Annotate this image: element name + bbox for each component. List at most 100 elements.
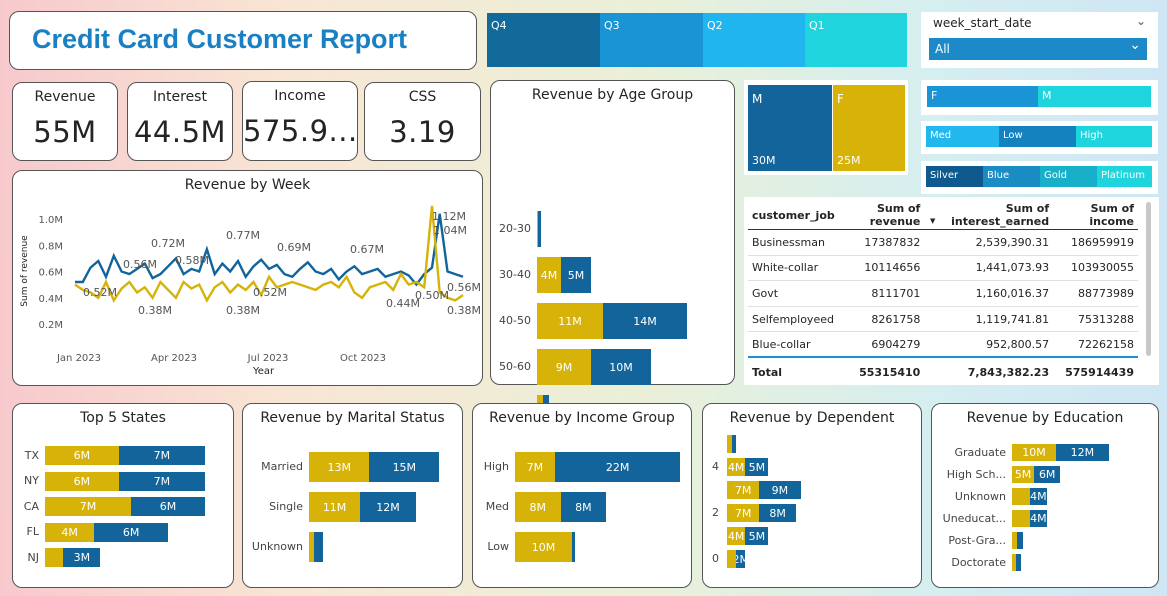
table-row[interactable]: Govt 8111701 1,160,016.37 88773989 — [748, 281, 1138, 307]
bar-segment-secondary[interactable]: 6M — [1034, 466, 1061, 483]
bar-segment-secondary[interactable]: 2M — [736, 550, 746, 568]
bar-segment-secondary[interactable]: 5M — [745, 458, 769, 476]
bar-segment-secondary[interactable]: 10M — [591, 349, 651, 385]
bar-segment-secondary[interactable] — [731, 435, 737, 453]
y-tick-label: 1.0M — [38, 215, 63, 226]
bar-segment-primary[interactable]: 7M — [515, 452, 555, 482]
treemap-tile-f[interactable]: F 25M — [833, 85, 905, 171]
category-label: 2 — [712, 506, 719, 519]
bar-segment-primary[interactable]: 6M — [45, 446, 119, 465]
data-label: 0.67M — [350, 243, 384, 256]
quarter-label: Q4 — [491, 19, 507, 32]
bar-segment-secondary[interactable]: 14M — [603, 303, 687, 339]
bar-segment-primary[interactable] — [45, 548, 64, 567]
column-header[interactable]: Sum of revenue — [836, 201, 922, 230]
table-cell: 952,800.57 — [986, 337, 1050, 351]
week-filter-select[interactable]: All ⌄ — [929, 37, 1147, 60]
bar-segment-secondary[interactable]: 8M — [560, 492, 607, 522]
bar-segment-secondary[interactable]: 6M — [131, 497, 205, 516]
slicer-tile-blue[interactable]: Blue — [983, 166, 1040, 187]
bar-segment-primary[interactable]: 7M — [45, 497, 132, 516]
column-header[interactable]: Sum of income — [1050, 201, 1138, 230]
slicer-tile-m[interactable]: M — [1038, 86, 1151, 107]
bar-segment-primary[interactable]: 4M — [45, 522, 95, 542]
bar-segment-primary[interactable] — [1012, 510, 1030, 527]
bar-segment-primary[interactable]: 8M — [515, 492, 561, 522]
line-series-blue[interactable] — [75, 213, 464, 287]
quarter-slicer: Q4 Q3 Q2 Q1 — [487, 13, 907, 67]
bar-segment-primary[interactable] — [727, 550, 737, 568]
bar-segment-secondary[interactable]: 8M — [759, 504, 796, 522]
bar-segment-primary[interactable]: 4M — [537, 257, 561, 293]
table-cell: 1,119,741.81 — [975, 312, 1050, 326]
bar-segment-primary[interactable] — [1012, 488, 1030, 505]
bar-segment-secondary[interactable]: 15M — [369, 452, 440, 482]
category-label: 0 — [712, 552, 719, 565]
chevron-down-icon[interactable]: ⌄ — [1136, 14, 1146, 28]
slicer-tile-high[interactable]: High — [1076, 126, 1152, 147]
category-label: Low — [487, 540, 509, 553]
table-cell: 88773989 — [1078, 286, 1134, 300]
bar-segment-secondary[interactable]: 5M — [745, 527, 769, 545]
table-row[interactable]: Selfemployeed 8261758 1,119,741.81 75313288 — [748, 306, 1138, 332]
bar-segment-secondary[interactable] — [572, 532, 575, 562]
bar-segment-primary[interactable]: 13M — [309, 452, 370, 482]
data-label: 0.38M — [447, 304, 481, 317]
bar-segment-secondary[interactable] — [313, 532, 323, 562]
bar-segment-primary[interactable]: 10M — [1012, 444, 1056, 461]
card-category-slicer: Silver Blue Gold Platinum — [921, 161, 1158, 194]
bar-segment-secondary[interactable]: 7M — [118, 471, 205, 491]
bar-segment-secondary[interactable]: 6M — [94, 522, 168, 542]
quarter-tile-q2[interactable]: Q2 — [703, 13, 805, 67]
table-row[interactable]: White-collar 10114656 1,441,073.93 10393005… — [748, 255, 1138, 281]
bar-segment-primary[interactable]: 6M — [45, 471, 119, 491]
quarter-tile-q1[interactable]: Q1 — [805, 13, 907, 67]
data-label: 0.50M — [415, 289, 449, 302]
bar-segment-secondary[interactable] — [538, 211, 541, 247]
bar-segment-secondary[interactable]: 7M — [118, 446, 205, 465]
bar-segment-secondary[interactable]: 5M — [561, 257, 591, 293]
column-header[interactable]: customer_job — [748, 201, 836, 230]
slicer-label: Blue — [987, 170, 1010, 181]
income-group-card: Revenue by Income Group High 7M 22M Med 8M 8M… — [472, 403, 692, 588]
bar-segment-secondary[interactable]: 4M — [1029, 510, 1048, 527]
data-label: 0.52M — [253, 286, 287, 299]
table-row[interactable]: Blue-collar 6904279 952,800.57 72262158 — [748, 332, 1138, 358]
bar-segment-secondary[interactable] — [1016, 554, 1021, 571]
table-row[interactable]: Businessman 17387832 2,539,390.31 186959919 — [748, 230, 1138, 256]
quarter-tile-q4[interactable]: Q4 — [487, 13, 600, 67]
slicer-tile-platinum[interactable]: Platinum — [1097, 166, 1152, 187]
slicer-tile-low[interactable]: Low — [999, 126, 1076, 147]
column-header[interactable]: Sum of interest_earned — [921, 201, 1050, 230]
bar-segment-secondary[interactable]: 12M — [360, 492, 416, 522]
slicer-tile-f[interactable]: F — [927, 86, 1038, 107]
bar-segment-primary[interactable]: 5M — [1012, 466, 1034, 483]
total-cell: 575914439 — [1065, 366, 1134, 380]
data-label: 1.04M — [433, 224, 467, 237]
slicer-tile-gold[interactable]: Gold — [1040, 166, 1097, 187]
slicer-tile-med[interactable]: Med — [926, 126, 999, 147]
bar-segment-secondary[interactable]: 22M — [554, 452, 681, 482]
bar-segment-primary[interactable]: 11M — [309, 492, 361, 522]
bar-segment-primary[interactable]: 9M — [537, 349, 591, 385]
bar-segment-secondary[interactable]: 9M — [759, 481, 801, 499]
bar-segment-primary[interactable]: 7M — [727, 481, 760, 499]
bar-segment-secondary[interactable]: 4M — [1029, 488, 1048, 505]
table-scrollbar[interactable] — [1146, 202, 1151, 356]
bar-segment-primary[interactable]: 10M — [515, 532, 572, 562]
bar-segment-primary[interactable]: 11M — [537, 303, 603, 339]
table-cell: 17387832 — [864, 235, 921, 249]
bar-segment-secondary[interactable]: 12M — [1056, 444, 1109, 461]
bar-segment-primary[interactable]: 4M — [727, 527, 746, 545]
bar-segment-secondary[interactable]: 3M — [63, 548, 101, 567]
table-cell: 1,160,016.37 — [975, 286, 1050, 300]
table-cell: 72262158 — [1078, 337, 1134, 351]
slicer-tile-silver[interactable]: Silver — [926, 166, 983, 187]
bar-segment-primary[interactable]: 7M — [727, 504, 760, 522]
table-cell: 1,441,073.93 — [975, 261, 1050, 275]
quarter-tile-q3[interactable]: Q3 — [600, 13, 703, 67]
treemap-tile-m[interactable]: M 30M — [748, 85, 832, 171]
report-title: Credit Card Customer Report — [32, 24, 408, 54]
bar-segment-primary[interactable]: 4M — [727, 458, 746, 476]
bar-segment-secondary[interactable] — [1017, 532, 1023, 549]
